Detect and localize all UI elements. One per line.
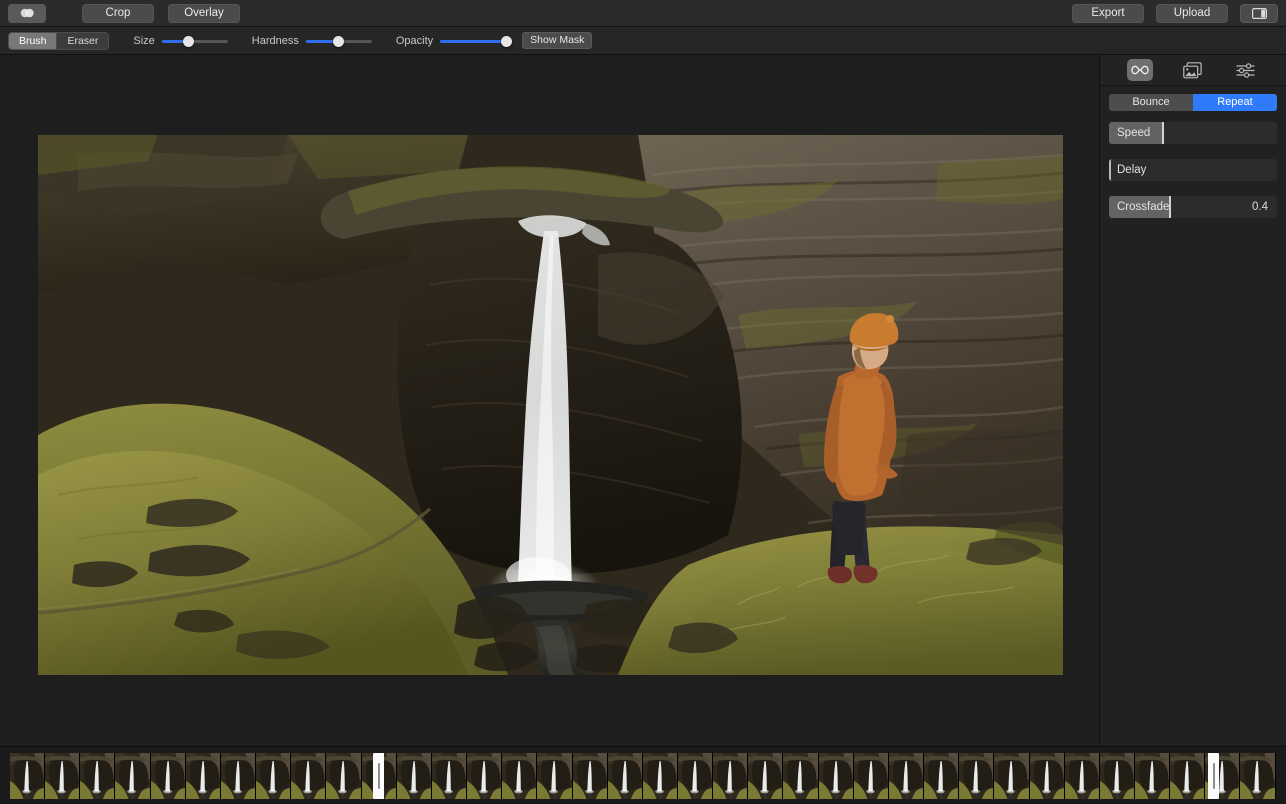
filmstrip-frame[interactable] <box>1135 753 1170 799</box>
mask-tool-button[interactable] <box>8 4 46 23</box>
photo-stack-icon <box>1183 62 1202 79</box>
opacity-slider-group: Opacity <box>396 34 506 48</box>
hardness-slider-thumb[interactable] <box>333 36 344 47</box>
brush-eraser-segmented-control: Brush Eraser <box>8 32 109 50</box>
filmstrip-frame[interactable] <box>608 753 643 799</box>
filmstrip-frame[interactable] <box>291 753 326 799</box>
sidebar-toggle-button[interactable] <box>1240 4 1278 23</box>
size-slider-group: Size <box>133 34 227 48</box>
brush-toolbar: Brush Eraser Size Hardness Opacity <box>0 27 1286 55</box>
opacity-slider-fill <box>440 40 506 43</box>
infinity-loop-icon <box>1130 64 1150 76</box>
eraser-tool-option[interactable]: Eraser <box>56 33 108 49</box>
filmstrip-frame[interactable] <box>678 753 713 799</box>
speed-param-label: Speed <box>1117 122 1150 144</box>
title-bar-left-group: Crop Overlay <box>8 4 240 23</box>
opacity-slider-label: Opacity <box>396 35 433 47</box>
filmstrip-frame[interactable] <box>221 753 256 799</box>
delay-param-row[interactable]: Delay <box>1109 159 1277 181</box>
filmstrip-frame[interactable] <box>573 753 608 799</box>
filmstrip-frame[interactable] <box>713 753 748 799</box>
filmstrip-frame[interactable] <box>467 753 502 799</box>
overlapping-circles-icon <box>17 7 37 19</box>
filmstrip-frame[interactable] <box>537 753 572 799</box>
delay-param-label: Delay <box>1117 159 1146 181</box>
filmstrip-frame[interactable] <box>924 753 959 799</box>
speed-param-row[interactable]: Speed <box>1109 122 1277 144</box>
show-mask-button[interactable]: Show Mask <box>522 32 592 49</box>
filmstrip-frame[interactable] <box>362 753 397 799</box>
filmstrip-frame[interactable] <box>889 753 924 799</box>
opacity-slider-thumb[interactable] <box>501 36 512 47</box>
tab-adjust[interactable] <box>1233 59 1259 81</box>
sidebar-panel-icon <box>1252 8 1267 19</box>
filmstrip-frame[interactable] <box>819 753 854 799</box>
filmstrip-frame[interactable] <box>1100 753 1135 799</box>
delay-param-fill <box>1109 159 1111 181</box>
title-bar: Crop Overlay Export Upload <box>0 0 1286 27</box>
hardness-slider-group: Hardness <box>252 34 372 48</box>
crossfade-param-label: Crossfade <box>1117 196 1169 218</box>
waterfall-photo <box>38 135 1063 675</box>
hardness-slider-label: Hardness <box>252 35 299 47</box>
overlay-button[interactable]: Overlay <box>168 4 240 23</box>
main-body: Bounce Repeat Speed Delay Crossfade 0. <box>0 55 1286 746</box>
filmstrip-frame[interactable] <box>1065 753 1100 799</box>
filmstrip-frame[interactable] <box>959 753 994 799</box>
filmstrip-frame[interactable] <box>151 753 186 799</box>
right-panel: Bounce Repeat Speed Delay Crossfade 0. <box>1100 55 1286 746</box>
export-button[interactable]: Export <box>1072 4 1144 23</box>
hardness-slider[interactable] <box>306 34 372 48</box>
filmstrip-frame[interactable] <box>80 753 115 799</box>
title-bar-right-group: Export Upload <box>1072 0 1278 27</box>
filmstrip-frame[interactable] <box>326 753 361 799</box>
size-slider-label: Size <box>133 35 154 47</box>
filmstrip-frame[interactable] <box>256 753 291 799</box>
filmstrip-frame[interactable] <box>1170 753 1205 799</box>
filmstrip-frame[interactable] <box>1205 753 1240 799</box>
opacity-slider[interactable] <box>440 34 506 48</box>
size-slider[interactable] <box>162 34 228 48</box>
loop-mode-bounce[interactable]: Bounce <box>1109 94 1193 111</box>
canvas-area[interactable] <box>0 55 1100 746</box>
filmstrip-frame[interactable] <box>854 753 889 799</box>
filmstrip-frame[interactable] <box>10 753 45 799</box>
tab-loop[interactable] <box>1127 59 1153 81</box>
filmstrip-frame[interactable] <box>186 753 221 799</box>
right-panel-tabs <box>1100 55 1286 86</box>
crossfade-param-value: 0.4 <box>1252 196 1268 218</box>
loop-mode-segmented-control: Bounce Repeat <box>1109 94 1277 111</box>
loop-mode-repeat[interactable]: Repeat <box>1193 94 1277 111</box>
filmstrip[interactable] <box>10 753 1276 799</box>
filmstrip-frame[interactable] <box>502 753 537 799</box>
filmstrip-frame[interactable] <box>397 753 432 799</box>
upload-button[interactable]: Upload <box>1156 4 1228 23</box>
tab-frames[interactable] <box>1180 59 1206 81</box>
filmstrip-frame[interactable] <box>432 753 467 799</box>
crossfade-param-row[interactable]: Crossfade 0.4 <box>1109 196 1277 218</box>
filmstrip-frame[interactable] <box>45 753 80 799</box>
sliders-icon <box>1236 63 1255 78</box>
filmstrip-frame[interactable] <box>115 753 150 799</box>
filmstrip-frame[interactable] <box>1030 753 1065 799</box>
filmstrip-frame[interactable] <box>643 753 678 799</box>
app-window: Crop Overlay Export Upload Brush Eraser … <box>0 0 1286 804</box>
right-panel-body: Bounce Repeat Speed Delay Crossfade 0. <box>1100 86 1286 233</box>
filmstrip-frame[interactable] <box>748 753 783 799</box>
crop-button[interactable]: Crop <box>82 4 154 23</box>
photo-canvas[interactable] <box>38 135 1063 675</box>
filmstrip-frame[interactable] <box>994 753 1029 799</box>
filmstrip-frame[interactable] <box>783 753 818 799</box>
filmstrip-frame[interactable] <box>1240 753 1275 799</box>
timeline-bar <box>0 746 1286 804</box>
brush-tool-option[interactable]: Brush <box>9 33 56 49</box>
size-slider-thumb[interactable] <box>183 36 194 47</box>
